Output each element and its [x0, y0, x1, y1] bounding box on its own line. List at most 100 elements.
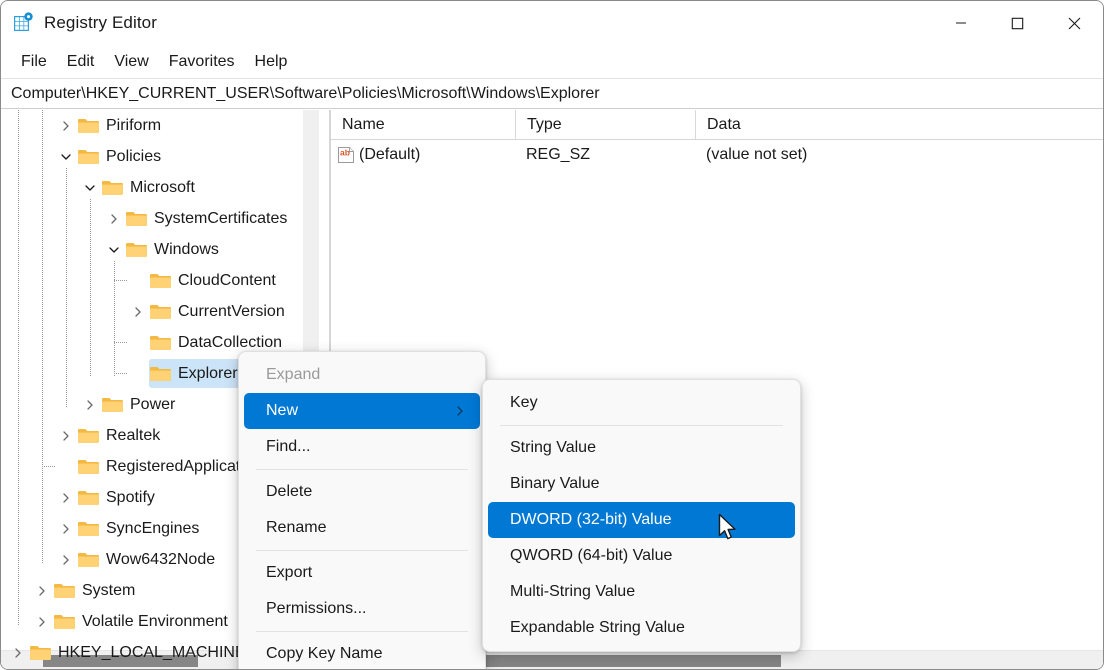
menu-item-label: Permissions...	[266, 600, 366, 618]
tree-item-label: Spotify	[106, 489, 155, 507]
maximize-button[interactable]	[989, 1, 1046, 45]
tree-item-label: Piriform	[106, 117, 161, 135]
menu-item-binary-value[interactable]: Binary Value	[488, 466, 795, 502]
menu-item-rename[interactable]: Rename	[244, 510, 480, 546]
chevron-right-icon[interactable]	[31, 606, 53, 637]
folder-icon	[77, 489, 99, 506]
address-bar[interactable]: Computer\HKEY_CURRENT_USER\Software\Poli…	[1, 78, 1103, 109]
tree-item-cloudcontent[interactable]: CloudContent	[1, 265, 329, 296]
tree-item-currentversion[interactable]: CurrentVersion	[1, 296, 329, 327]
values-column-header: Name Type Data	[331, 110, 1103, 140]
chevron-right-icon	[454, 405, 466, 417]
tree-item-label: DataCollection	[178, 334, 282, 352]
folder-icon	[77, 117, 99, 134]
chevron-right-icon[interactable]	[79, 389, 101, 420]
menu-separator	[256, 469, 468, 470]
tree-item-label: Explorer	[178, 365, 238, 383]
chevron-down-icon[interactable]	[103, 234, 125, 265]
tree-twisty-placeholder	[127, 358, 149, 389]
chevron-right-icon[interactable]	[103, 203, 125, 234]
menu-item-edit[interactable]: Edit	[57, 49, 105, 75]
tree-twisty-placeholder	[127, 265, 149, 296]
tree-item-label: HKEY_LOCAL_MACHINE	[58, 644, 246, 662]
folder-icon	[77, 520, 99, 537]
folder-icon	[53, 613, 75, 630]
minimize-button[interactable]	[932, 1, 989, 45]
caption-buttons	[932, 1, 1103, 45]
menu-item-favorites[interactable]: Favorites	[159, 49, 245, 75]
tree-vertical-scroll-thumb[interactable]	[303, 110, 319, 353]
menu-item-copy-key-name[interactable]: Copy Key Name	[244, 636, 480, 670]
menu-item-label: QWORD (64-bit) Value	[510, 547, 672, 565]
menu-item-label: Copy Key Name	[266, 645, 383, 663]
menu-item-label: Expand	[266, 366, 320, 384]
tree-item-systemcertificates[interactable]: SystemCertificates	[1, 203, 329, 234]
folder-icon	[101, 396, 123, 413]
tree-twisty-placeholder	[55, 451, 77, 482]
menu-item-qword-64-bit-value[interactable]: QWORD (64-bit) Value	[488, 538, 795, 574]
menu-item-label: Export	[266, 564, 312, 582]
folder-icon	[77, 551, 99, 568]
chevron-right-icon[interactable]	[127, 296, 149, 327]
chevron-right-icon[interactable]	[31, 575, 53, 606]
menu-item-help[interactable]: Help	[245, 49, 298, 75]
chevron-right-icon[interactable]	[55, 544, 77, 575]
folder-icon	[125, 241, 147, 258]
new-submenu: Key String Value Binary Value DWORD (32-bit…	[482, 379, 801, 652]
folder-icon	[101, 179, 123, 196]
tree-item-microsoft[interactable]: Microsoft	[1, 172, 329, 203]
table-row[interactable]: ab (Default) REG_SZ (value not set)	[331, 140, 1103, 170]
chevron-down-icon[interactable]	[79, 172, 101, 203]
menu-item-new[interactable]: New	[244, 393, 480, 429]
column-header-name[interactable]: Name	[331, 110, 515, 139]
folder-icon	[77, 427, 99, 444]
menu-item-delete[interactable]: Delete	[244, 474, 480, 510]
menu-item-view[interactable]: View	[104, 49, 158, 75]
column-header-type[interactable]: Type	[515, 110, 695, 139]
registry-editor-window: Registry Editor File Edit View Favorites…	[0, 0, 1104, 670]
menu-item-expandable-string-value[interactable]: Expandable String Value	[488, 610, 795, 646]
tree-item-label: Power	[130, 396, 175, 414]
close-button[interactable]	[1046, 1, 1103, 45]
chevron-right-icon[interactable]	[55, 110, 77, 141]
menu-item-string-value[interactable]: String Value	[488, 430, 795, 466]
value-name-cell: ab (Default)	[331, 146, 515, 164]
chevron-down-icon[interactable]	[55, 141, 77, 172]
menu-item-label: String Value	[510, 439, 596, 457]
folder-icon	[149, 365, 171, 382]
menu-item-file[interactable]: File	[11, 49, 57, 75]
menu-item-permissions[interactable]: Permissions...	[244, 591, 480, 627]
menu-item-find[interactable]: Find...	[244, 429, 480, 465]
tree-item-policies[interactable]: Policies	[1, 141, 329, 172]
folder-icon	[53, 582, 75, 599]
menu-separator	[256, 550, 468, 551]
value-name-text: (Default)	[359, 146, 420, 164]
chevron-right-icon[interactable]	[7, 637, 29, 668]
window-title: Registry Editor	[44, 13, 157, 33]
value-type-cell: REG_SZ	[515, 146, 695, 164]
tree-item-label: CurrentVersion	[178, 303, 285, 321]
folder-icon	[77, 148, 99, 165]
menu-item-multi-string-value[interactable]: Multi-String Value	[488, 574, 795, 610]
menu-item-label: Rename	[266, 519, 326, 537]
menu-item-key[interactable]: Key	[488, 385, 795, 421]
tree-twisty-placeholder	[127, 327, 149, 358]
chevron-right-icon[interactable]	[55, 482, 77, 513]
tree-item-label: CloudContent	[178, 272, 276, 290]
folder-icon	[149, 272, 171, 289]
menu-item-label: Find...	[266, 438, 310, 456]
tree-item-windows[interactable]: Windows	[1, 234, 329, 265]
menu-item-label: Expandable String Value	[510, 619, 685, 637]
menu-item-label: Binary Value	[510, 475, 600, 493]
menu-item-dword-32-bit-value[interactable]: DWORD (32-bit) Value	[488, 502, 795, 538]
chevron-right-icon[interactable]	[55, 513, 77, 544]
menu-item-export[interactable]: Export	[244, 555, 480, 591]
menu-item-label: Key	[510, 394, 538, 412]
chevron-right-icon[interactable]	[55, 420, 77, 451]
string-value-icon: ab	[337, 146, 355, 164]
menu-separator	[500, 425, 783, 426]
tree-item-piriform[interactable]: Piriform	[1, 110, 329, 141]
tree-item-label: SystemCertificates	[154, 210, 287, 228]
menu-separator	[256, 631, 468, 632]
column-header-data[interactable]: Data	[695, 110, 1103, 139]
